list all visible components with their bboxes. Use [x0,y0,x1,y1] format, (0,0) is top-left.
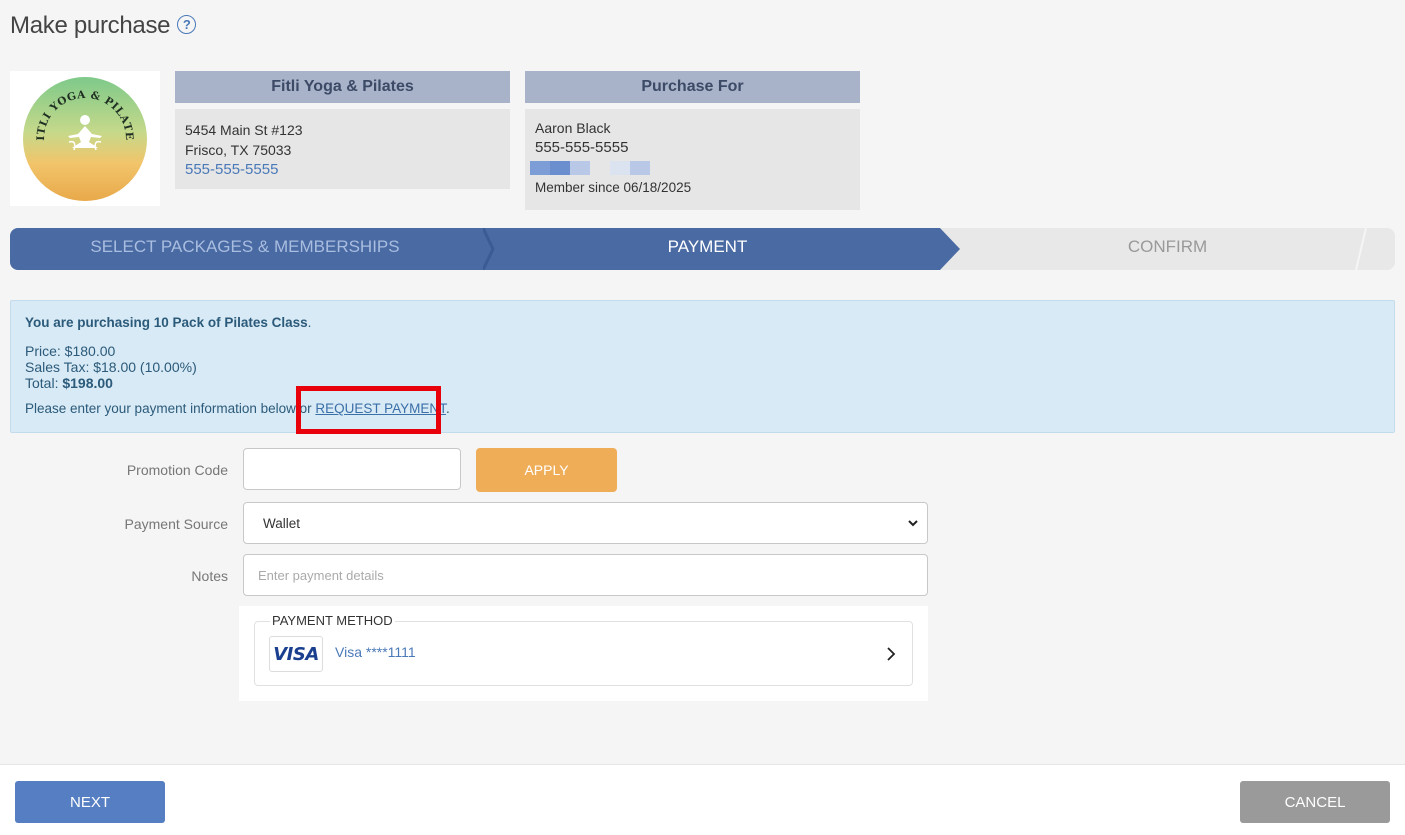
page-title: Make purchase ? [10,12,197,40]
chevron-right-icon [887,647,896,661]
apply-button[interactable]: APPLY [476,448,617,492]
price-line: Price: $180.00 [25,343,116,359]
yoga-logo-icon: FITLI YOGA & PILATES [22,76,147,201]
promotion-code-input[interactable] [243,448,461,490]
checkout-steps: SELECT PACKAGES & MEMBERSHIPS PAYMENT CO… [10,228,1395,270]
notes-label: Notes [191,568,228,584]
step-select-packages[interactable]: SELECT PACKAGES & MEMBERSHIPS [10,228,480,270]
payment-source-value: Wallet [263,515,301,531]
payment-method-card[interactable]: VISA Visa ****1111 [254,621,913,686]
payment-method-legend: PAYMENT METHOD [270,613,395,628]
page-title-text: Make purchase [10,12,171,39]
visa-logo-icon: VISA [269,636,323,672]
request-payment-link[interactable]: REQUEST PAYMENT [315,401,446,416]
studio-address-line1: 5454 Main St #123 [185,122,303,138]
purchase-for-card: Purchase For Aaron Black 555-555-5555 Me… [525,71,860,210]
total-line: Total: $198.00 [25,375,113,391]
question-circle-icon[interactable]: ? [177,14,197,34]
payment-source-label: Payment Source [124,516,229,532]
step-payment: PAYMENT [667,237,748,256]
cancel-button[interactable]: CANCEL [1240,781,1390,823]
total-value: $198.00 [62,375,113,391]
studio-logo: FITLI YOGA & PILATES [10,71,160,206]
enter-payment-text: Please enter your payment information be… [25,401,450,416]
card-label: Visa ****1111 [335,644,416,660]
step-confirm: CONFIRM [1127,237,1208,256]
footer-bar: NEXT CANCEL [0,764,1405,835]
payment-source-select[interactable]: Wallet [243,502,928,544]
chevron-down-icon [908,520,918,527]
customer-phone: 555-555-5555 [535,139,629,156]
purchase-for-details: Aaron Black 555-555-5555 Member since 06… [525,109,860,210]
studio-card: Fitli Yoga & Pilates 5454 Main St #123 F… [175,71,510,189]
studio-phone-link[interactable]: 555-555-5555 [185,160,500,180]
notes-input[interactable] [243,554,928,596]
studio-details: 5454 Main St #123 Frisco, TX 75033 555-5… [175,109,510,189]
studio-name: Fitli Yoga & Pilates [175,71,510,103]
next-button[interactable]: NEXT [15,781,165,823]
sales-tax-line: Sales Tax: $18.00 (10.00%) [25,359,197,375]
member-since: Member since 06/18/2025 [535,180,692,195]
purchasing-text: You are purchasing 10 Pack of Pilates Cl… [25,315,308,330]
customer-name: Aaron Black [535,120,611,136]
redacted-email [530,161,850,175]
purchase-summary: You are purchasing 10 Pack of Pilates Cl… [10,300,1395,433]
promotion-code-label: Promotion Code [126,462,228,478]
studio-address-line2: Frisco, TX 75033 [185,142,292,158]
purchase-for-header: Purchase For [525,71,860,103]
